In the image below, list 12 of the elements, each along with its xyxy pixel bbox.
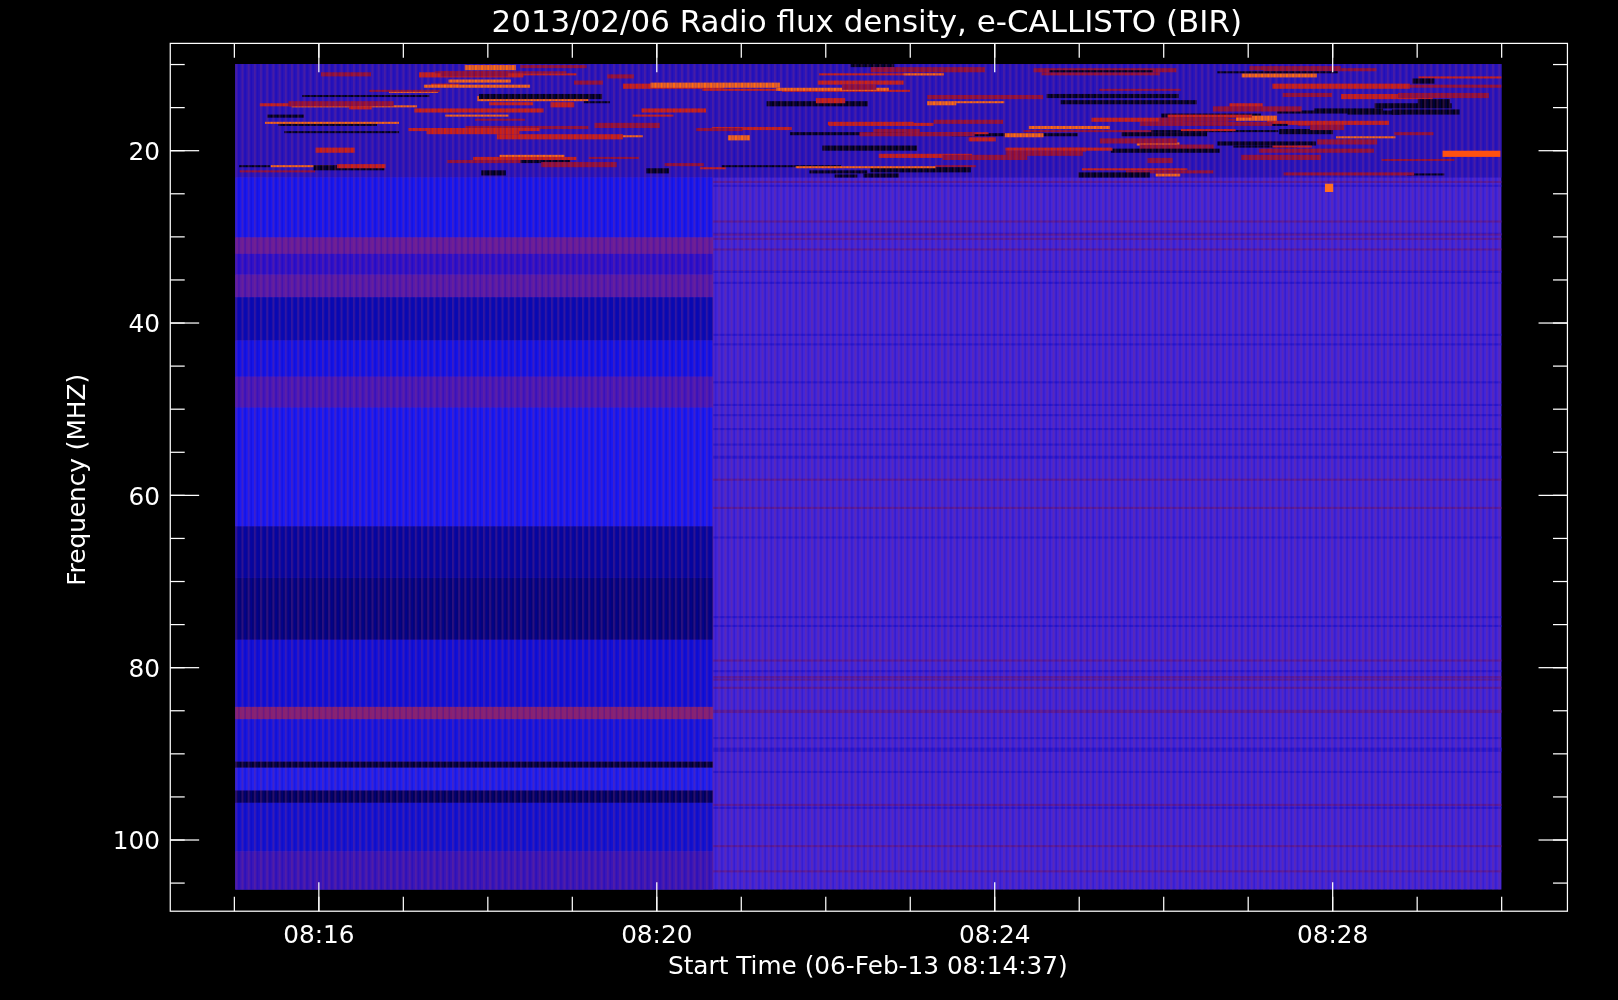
x-axis-label: Start Time (06-Feb-13 08:14:37): [667, 951, 1068, 981]
y-tick-label: 20: [128, 137, 160, 166]
y-tick-label: 80: [128, 653, 160, 683]
y-tick-label: 60: [128, 481, 160, 511]
y-tick-label: 40: [128, 309, 160, 339]
x-tick-label: 08:16: [283, 920, 355, 950]
y-axis-label: Frequency (MHZ): [61, 373, 91, 586]
x-tick-label: 08:20: [621, 920, 693, 950]
y-tick-label: 100: [112, 826, 160, 856]
x-tick-label: 08:24: [959, 920, 1031, 950]
x-tick-label: 08:28: [1297, 920, 1369, 950]
plot-title: 2013/02/06 Radio flux density, e-CALLISTO (BIR): [491, 3, 1243, 40]
